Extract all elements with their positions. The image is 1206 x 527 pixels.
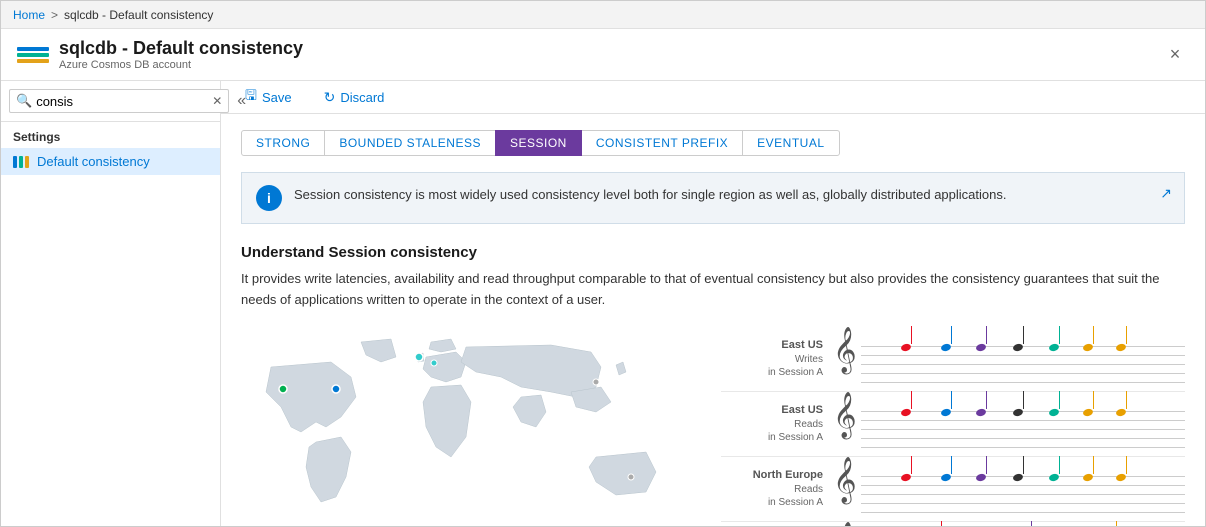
content-inner: STRONG BOUNDED STALENESS SESSION CONSIST…	[221, 114, 1205, 526]
app-window: Home > sqlcdb - Default consistency sqlc…	[0, 0, 1206, 527]
music-note	[1116, 474, 1126, 481]
treble-clef-icon: 𝄞	[833, 525, 857, 526]
staff-area: 𝄞	[831, 456, 1185, 521]
cosmos-db-icon	[17, 39, 49, 71]
search-icon: 🔍	[16, 93, 32, 109]
music-viz: East USWritesin Session A𝄞East USReadsin…	[721, 327, 1185, 526]
music-note	[1083, 474, 1093, 481]
save-button[interactable]: 🖫 Save	[237, 81, 300, 113]
info-text: Session consistency is most widely used …	[294, 185, 1170, 205]
tab-eventual[interactable]: EVENTUAL	[742, 130, 839, 156]
discard-icon: ↻	[324, 89, 336, 106]
music-row: East USWritesin Session A𝄞	[721, 327, 1185, 392]
breadcrumb-home[interactable]: Home	[13, 8, 45, 22]
music-note	[1049, 409, 1059, 416]
consistency-tabs: STRONG BOUNDED STALENESS SESSION CONSIST…	[241, 130, 1185, 156]
music-note	[976, 344, 986, 351]
music-note	[901, 409, 911, 416]
main-body: 🔍 ✕ « Settings Default consistency	[1, 81, 1205, 526]
staff-lines	[831, 401, 1185, 446]
music-row-label: East USWritesin Session A	[721, 338, 831, 378]
sidebar-section-label: Settings	[1, 122, 220, 148]
music-note	[901, 344, 911, 351]
music-note	[1013, 409, 1023, 416]
sidebar-item-default-consistency[interactable]: Default consistency	[1, 148, 220, 175]
section-title: Understand Session consistency	[241, 244, 1185, 261]
music-note	[901, 474, 911, 481]
breadcrumb-current: sqlcdb - Default consistency	[64, 8, 213, 22]
music-row-label: North EuropeReadsin Session A	[721, 468, 831, 508]
page-title: sqlcdb - Default consistency	[59, 38, 303, 59]
music-note	[976, 474, 986, 481]
sidebar-item-label: Default consistency	[37, 154, 150, 169]
staff-area: 𝄞	[831, 326, 1185, 391]
discard-label: Discard	[340, 90, 384, 105]
staff-area: 𝄞	[831, 521, 1185, 526]
viz-area: East USWritesin Session A𝄞East USReadsin…	[241, 327, 1185, 526]
music-note	[1013, 344, 1023, 351]
music-note	[1083, 409, 1093, 416]
music-row: North EuropeReadsin Session A𝄞	[721, 457, 1185, 522]
music-note	[941, 474, 951, 481]
info-icon: i	[256, 185, 282, 211]
sidebar: 🔍 ✕ « Settings Default consistency	[1, 81, 221, 526]
staff-lines	[831, 466, 1185, 511]
music-note	[941, 409, 951, 416]
breadcrumb-bar: Home > sqlcdb - Default consistency	[1, 1, 1205, 29]
discard-button[interactable]: ↻ Discard	[316, 85, 393, 110]
music-row: Australia SoutheastReadsin Session B𝄞	[721, 522, 1185, 526]
staff-lines	[831, 336, 1185, 381]
sidebar-item-icon	[13, 156, 29, 168]
world-map	[241, 327, 721, 526]
search-bar: 🔍 ✕ «	[1, 81, 220, 122]
music-note	[1116, 344, 1126, 351]
save-icon: 🖫	[245, 85, 257, 109]
section-desc: It provides write latencies, availabilit…	[241, 269, 1185, 311]
info-external-link-icon[interactable]: ↗	[1160, 185, 1172, 202]
music-row-label: East USReadsin Session A	[721, 403, 831, 443]
title-text: sqlcdb - Default consistency Azure Cosmo…	[59, 38, 303, 71]
music-note	[1116, 409, 1126, 416]
tab-session[interactable]: SESSION	[495, 130, 582, 156]
save-label: Save	[262, 90, 292, 105]
staff-area: 𝄞	[831, 391, 1185, 456]
music-note	[1083, 344, 1093, 351]
title-bar: sqlcdb - Default consistency Azure Cosmo…	[1, 29, 1205, 81]
close-button[interactable]: ×	[1161, 41, 1189, 69]
title-left: sqlcdb - Default consistency Azure Cosmo…	[17, 38, 303, 71]
info-box: i Session consistency is most widely use…	[241, 172, 1185, 224]
music-note	[1013, 474, 1023, 481]
search-input[interactable]	[36, 94, 212, 109]
world-map-svg	[241, 327, 721, 526]
music-note	[941, 344, 951, 351]
breadcrumb-sep1: >	[51, 8, 58, 22]
music-row: East USReadsin Session A𝄞	[721, 392, 1185, 457]
music-note	[1049, 344, 1059, 351]
music-note	[1049, 474, 1059, 481]
search-input-wrap[interactable]: 🔍 ✕	[9, 89, 229, 113]
tab-strong[interactable]: STRONG	[241, 130, 325, 156]
music-note	[976, 409, 986, 416]
description-section: Understand Session consistency It provid…	[241, 244, 1185, 311]
content-area: 🖫 Save ↻ Discard STRONG BOUNDED STALENES…	[221, 81, 1205, 526]
page-subtitle: Azure Cosmos DB account	[59, 59, 303, 71]
toolbar: 🖫 Save ↻ Discard	[221, 81, 1205, 114]
tab-bounded-staleness[interactable]: BOUNDED STALENESS	[324, 130, 496, 156]
tab-consistent-prefix[interactable]: CONSISTENT PREFIX	[581, 130, 743, 156]
